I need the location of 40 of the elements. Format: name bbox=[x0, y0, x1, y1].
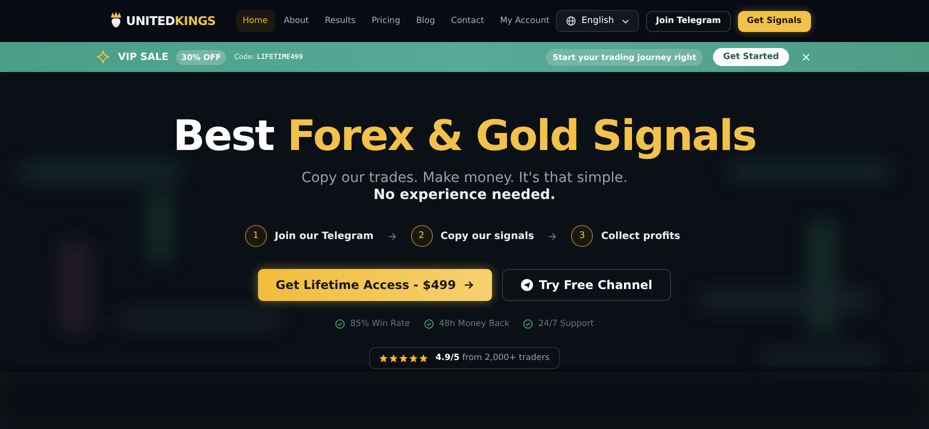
nav-link[interactable]: Contact bbox=[444, 10, 492, 32]
free-channel-button[interactable]: Try Free Channel bbox=[502, 269, 672, 301]
nav-link[interactable]: Blog bbox=[409, 10, 442, 32]
get-started-button[interactable]: Get Started bbox=[713, 48, 789, 66]
nav-link[interactable]: Home bbox=[236, 10, 275, 32]
hero-title: Best Forex & Gold Signals bbox=[173, 110, 756, 162]
get-signals-button[interactable]: Get Signals bbox=[738, 10, 811, 32]
step-label: Collect profits bbox=[601, 230, 680, 242]
language-selector[interactable]: English bbox=[556, 10, 639, 32]
check-circle-icon bbox=[523, 319, 534, 329]
nav-link[interactable]: Results bbox=[318, 10, 363, 32]
sale-title: VIP SALE bbox=[118, 52, 168, 62]
check-circle-icon bbox=[424, 319, 434, 329]
feature-text: 48h Money Back bbox=[438, 319, 510, 329]
rating-text: 4.9/5 from 2,000+ traders bbox=[435, 353, 550, 363]
check-circle-icon bbox=[335, 319, 346, 329]
chevron-down-icon bbox=[622, 18, 629, 24]
step-label: Join our Telegram bbox=[274, 230, 374, 242]
brand-name[interactable]: UNITEDKINGS bbox=[126, 14, 216, 28]
feature-text: 24/7 Support bbox=[538, 319, 594, 329]
arrow-icon bbox=[388, 232, 397, 240]
step-number: 2 bbox=[410, 225, 433, 247]
nav-link[interactable]: Pricing bbox=[364, 10, 408, 32]
promo-message: Start your trading journey right bbox=[546, 48, 704, 66]
discount-badge: 30% OFF bbox=[176, 50, 226, 64]
lifetime-access-button[interactable]: Get Lifetime Access - $499 bbox=[258, 269, 492, 301]
nav-link[interactable]: About bbox=[276, 10, 316, 32]
step-number: 3 bbox=[571, 225, 594, 247]
nav-link[interactable]: My Account bbox=[493, 10, 556, 32]
telegram-icon bbox=[521, 279, 533, 291]
globe-icon bbox=[566, 16, 576, 26]
step-number: 1 bbox=[244, 225, 267, 247]
step-label: Copy our signals bbox=[440, 230, 534, 242]
arrow-icon bbox=[548, 232, 558, 240]
arrow-icon bbox=[464, 280, 474, 290]
sparkle-icon bbox=[96, 50, 110, 64]
hero-subtitle: Copy our trades. Make money. It's that simple. bbox=[301, 170, 628, 186]
join-telegram-button[interactable]: Join Telegram bbox=[646, 10, 731, 32]
hero-tagline: No experience needed. bbox=[374, 187, 556, 203]
feature-text: 85% Win Rate bbox=[350, 319, 410, 329]
